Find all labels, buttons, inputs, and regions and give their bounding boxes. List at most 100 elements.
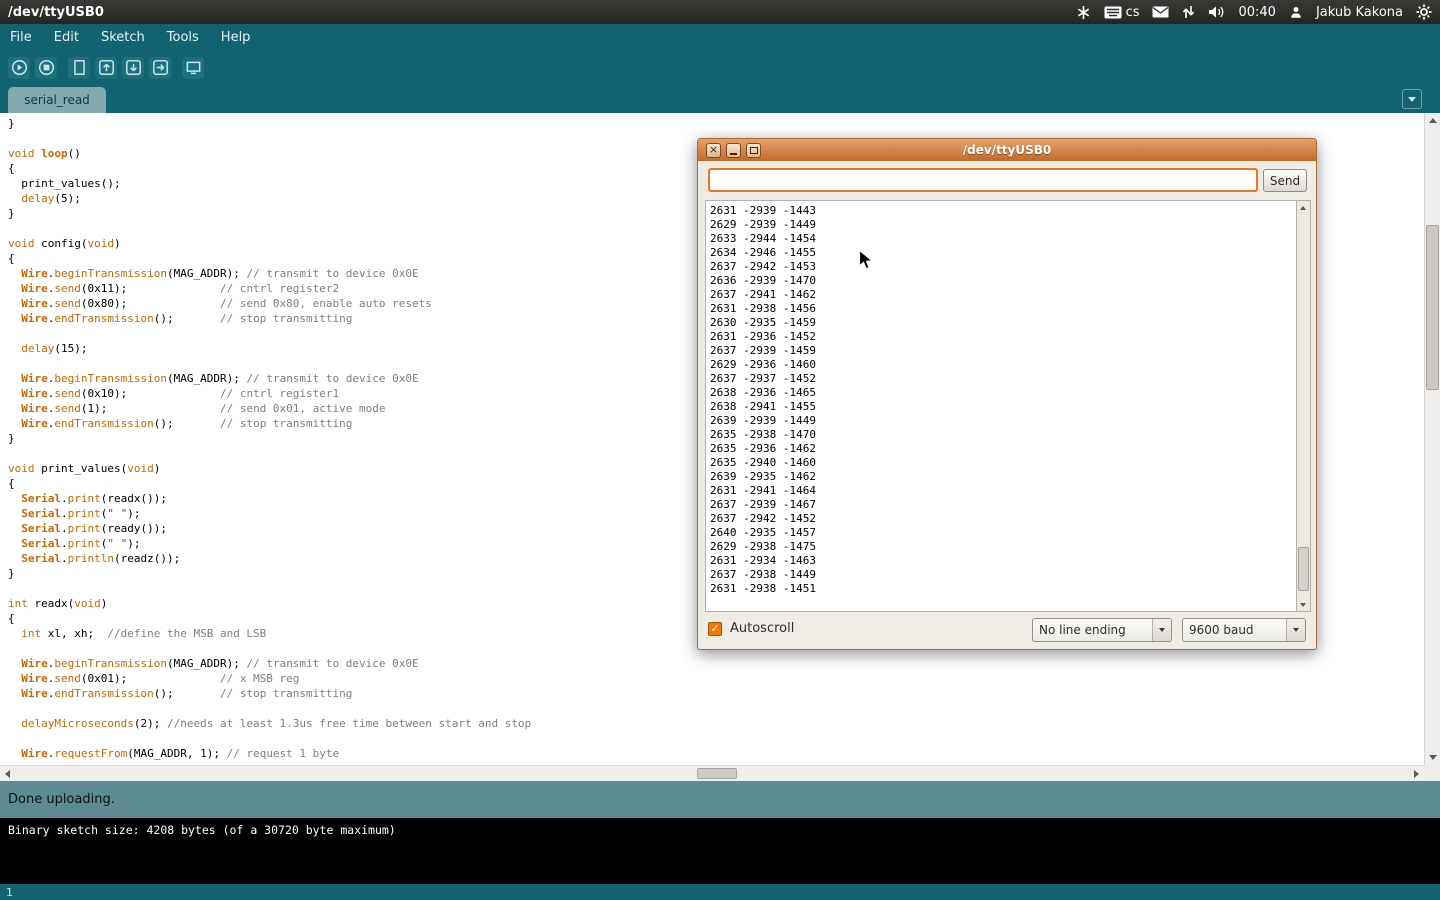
stop-button[interactable] xyxy=(35,57,57,79)
mail-icon[interactable] xyxy=(1152,3,1169,21)
serial-monitor-window: /dev/ttyUSB0 × Send 2631 -2939 -14432629… xyxy=(697,138,1317,650)
menu-item-sketch[interactable]: Sketch xyxy=(101,30,145,45)
autoscroll-checkbox[interactable]: ✓ xyxy=(708,622,722,636)
code-line xyxy=(8,221,531,236)
serial-output-line: 2636 -2939 -1470 xyxy=(710,274,1296,288)
username[interactable]: Jakub Kakona xyxy=(1316,5,1403,20)
code-line xyxy=(8,131,531,146)
keyboard-layout-indicator[interactable]: cs xyxy=(1104,3,1140,21)
serial-output-line: 2638 -2936 -1465 xyxy=(710,386,1296,400)
serial-output-line: 2637 -2937 -1452 xyxy=(710,372,1296,386)
session-gear-icon[interactable] xyxy=(1416,3,1432,21)
code-line: { xyxy=(8,161,531,176)
serial-scroll-up-icon[interactable] xyxy=(1297,202,1309,213)
scroll-right-icon[interactable] xyxy=(1409,766,1424,782)
tab-serial-read[interactable]: serial_read xyxy=(8,87,106,113)
serial-output-line: 2631 -2938 -1456 xyxy=(710,302,1296,316)
menu-item-tools[interactable]: Tools xyxy=(167,30,199,45)
code-line: delayMicroseconds(2); //needs at least 1… xyxy=(8,716,531,731)
toolbar xyxy=(0,51,1440,84)
save-sketch-button[interactable] xyxy=(122,57,144,79)
upload-button[interactable] xyxy=(149,57,171,79)
code-line: Serial.print(" "); xyxy=(8,536,531,551)
code-line: int xl, xh; //define the MSB and LSB xyxy=(8,626,531,641)
horizontal-scroll-thumb[interactable] xyxy=(697,768,737,779)
code-line: Serial.print(ready()); xyxy=(8,521,531,536)
serial-output[interactable]: 2631 -2939 -14432629 -2939 -14492633 -29… xyxy=(705,200,1297,612)
editor-horizontal-scrollbar[interactable] xyxy=(0,765,1424,781)
serial-output-line: 2637 -2939 -1459 xyxy=(710,344,1296,358)
clock[interactable]: 00:40 xyxy=(1238,5,1275,20)
serial-monitor-titlebar[interactable]: /dev/ttyUSB0 × xyxy=(698,139,1316,161)
verify-button[interactable] xyxy=(8,57,30,79)
serial-output-line: 2638 -2941 -1455 xyxy=(710,400,1296,414)
serial-monitor-button[interactable] xyxy=(182,57,204,79)
volume-icon[interactable] xyxy=(1208,3,1225,21)
serial-output-scrollbar[interactable] xyxy=(1297,200,1311,612)
baud-rate-select[interactable]: 9600 baud xyxy=(1182,618,1306,642)
serial-scroll-down-icon[interactable] xyxy=(1297,599,1309,610)
code-line: } xyxy=(8,566,531,581)
code-line: void print_values(void) xyxy=(8,461,531,476)
new-sketch-button[interactable] xyxy=(68,57,90,79)
serial-output-line: 2637 -2942 -1452 xyxy=(710,512,1296,526)
tab-label: serial_read xyxy=(24,93,90,107)
tab-menu-icon[interactable] xyxy=(1402,89,1422,109)
autoscroll-label: Autoscroll xyxy=(730,621,794,636)
vertical-scroll-thumb[interactable] xyxy=(1426,225,1439,390)
chevron-down-icon[interactable] xyxy=(1152,619,1171,641)
serial-output-line: 2629 -2939 -1449 xyxy=(710,218,1296,232)
scroll-down-icon[interactable] xyxy=(1425,750,1440,765)
menu-item-file[interactable]: File xyxy=(10,30,32,45)
network-sync-icon[interactable] xyxy=(1182,3,1195,21)
menu-item-edit[interactable]: Edit xyxy=(54,30,79,45)
code-line: Serial.print(readx()); xyxy=(8,491,531,506)
star-indicator-icon[interactable] xyxy=(1076,3,1091,21)
serial-scroll-thumb[interactable] xyxy=(1298,547,1309,591)
code-line: Wire.beginTransmission(MAG_ADDR); // tra… xyxy=(8,656,531,671)
serial-output-line: 2637 -2942 -1453 xyxy=(710,260,1296,274)
keyboard-layout-label: cs xyxy=(1126,5,1140,20)
top-panel: /dev/ttyUSB0 cs 00:40 xyxy=(0,0,1440,24)
code-line xyxy=(8,701,531,716)
editor-vertical-scrollbar[interactable] xyxy=(1424,113,1440,765)
serial-output-line: 2631 -2939 -1443 xyxy=(710,204,1296,218)
open-sketch-button[interactable] xyxy=(95,57,117,79)
serial-output-line: 2631 -2941 -1464 xyxy=(710,484,1296,498)
maximize-icon[interactable] xyxy=(746,143,761,158)
code-area[interactable]: } void loop(){ print_values(); delay(5);… xyxy=(8,116,531,761)
code-line: Wire.endTransmission(); // stop transmit… xyxy=(8,686,531,701)
code-line: print_values(); xyxy=(8,176,531,191)
serial-output-line: 2637 -2939 -1467 xyxy=(710,498,1296,512)
serial-output-line: 2629 -2936 -1460 xyxy=(710,358,1296,372)
scrollbar-corner xyxy=(1424,765,1440,781)
line-ending-value: No line ending xyxy=(1033,623,1152,637)
code-line: { xyxy=(8,611,531,626)
serial-output-line: 2631 -2936 -1452 xyxy=(710,330,1296,344)
baud-rate-value: 9600 baud xyxy=(1183,623,1286,637)
line-ending-select[interactable]: No line ending xyxy=(1032,618,1172,642)
code-line xyxy=(8,446,531,461)
code-line: Wire.endTransmission(); // stop transmit… xyxy=(8,416,531,431)
code-line: Serial.println(readz()); xyxy=(8,551,531,566)
serial-output-line: 2630 -2935 -1459 xyxy=(710,316,1296,330)
scroll-left-icon[interactable] xyxy=(0,766,15,782)
close-icon[interactable]: × xyxy=(706,143,721,158)
scroll-up-icon[interactable] xyxy=(1425,113,1440,128)
chevron-down-icon[interactable] xyxy=(1286,619,1305,641)
code-line: delay(5); xyxy=(8,191,531,206)
minimize-icon[interactable] xyxy=(726,143,741,158)
mouse-cursor xyxy=(858,249,876,273)
console-text: Binary sketch size: 4208 bytes (of a 307… xyxy=(8,823,396,837)
serial-send-input[interactable] xyxy=(708,168,1258,192)
code-line: Wire.send(0x80); // send 0x80, enable au… xyxy=(8,296,531,311)
user-icon xyxy=(1289,3,1303,21)
code-line xyxy=(8,731,531,746)
menu-item-help[interactable]: Help xyxy=(221,30,251,45)
code-line: Serial.print(" "); xyxy=(8,506,531,521)
code-line: void loop() xyxy=(8,146,531,161)
send-button[interactable]: Send xyxy=(1263,169,1307,192)
serial-output-line: 2631 -2938 -1451 xyxy=(710,582,1296,596)
serial-output-line: 2634 -2946 -1455 xyxy=(710,246,1296,260)
console-output: Binary sketch size: 4208 bytes (of a 307… xyxy=(0,818,1440,884)
